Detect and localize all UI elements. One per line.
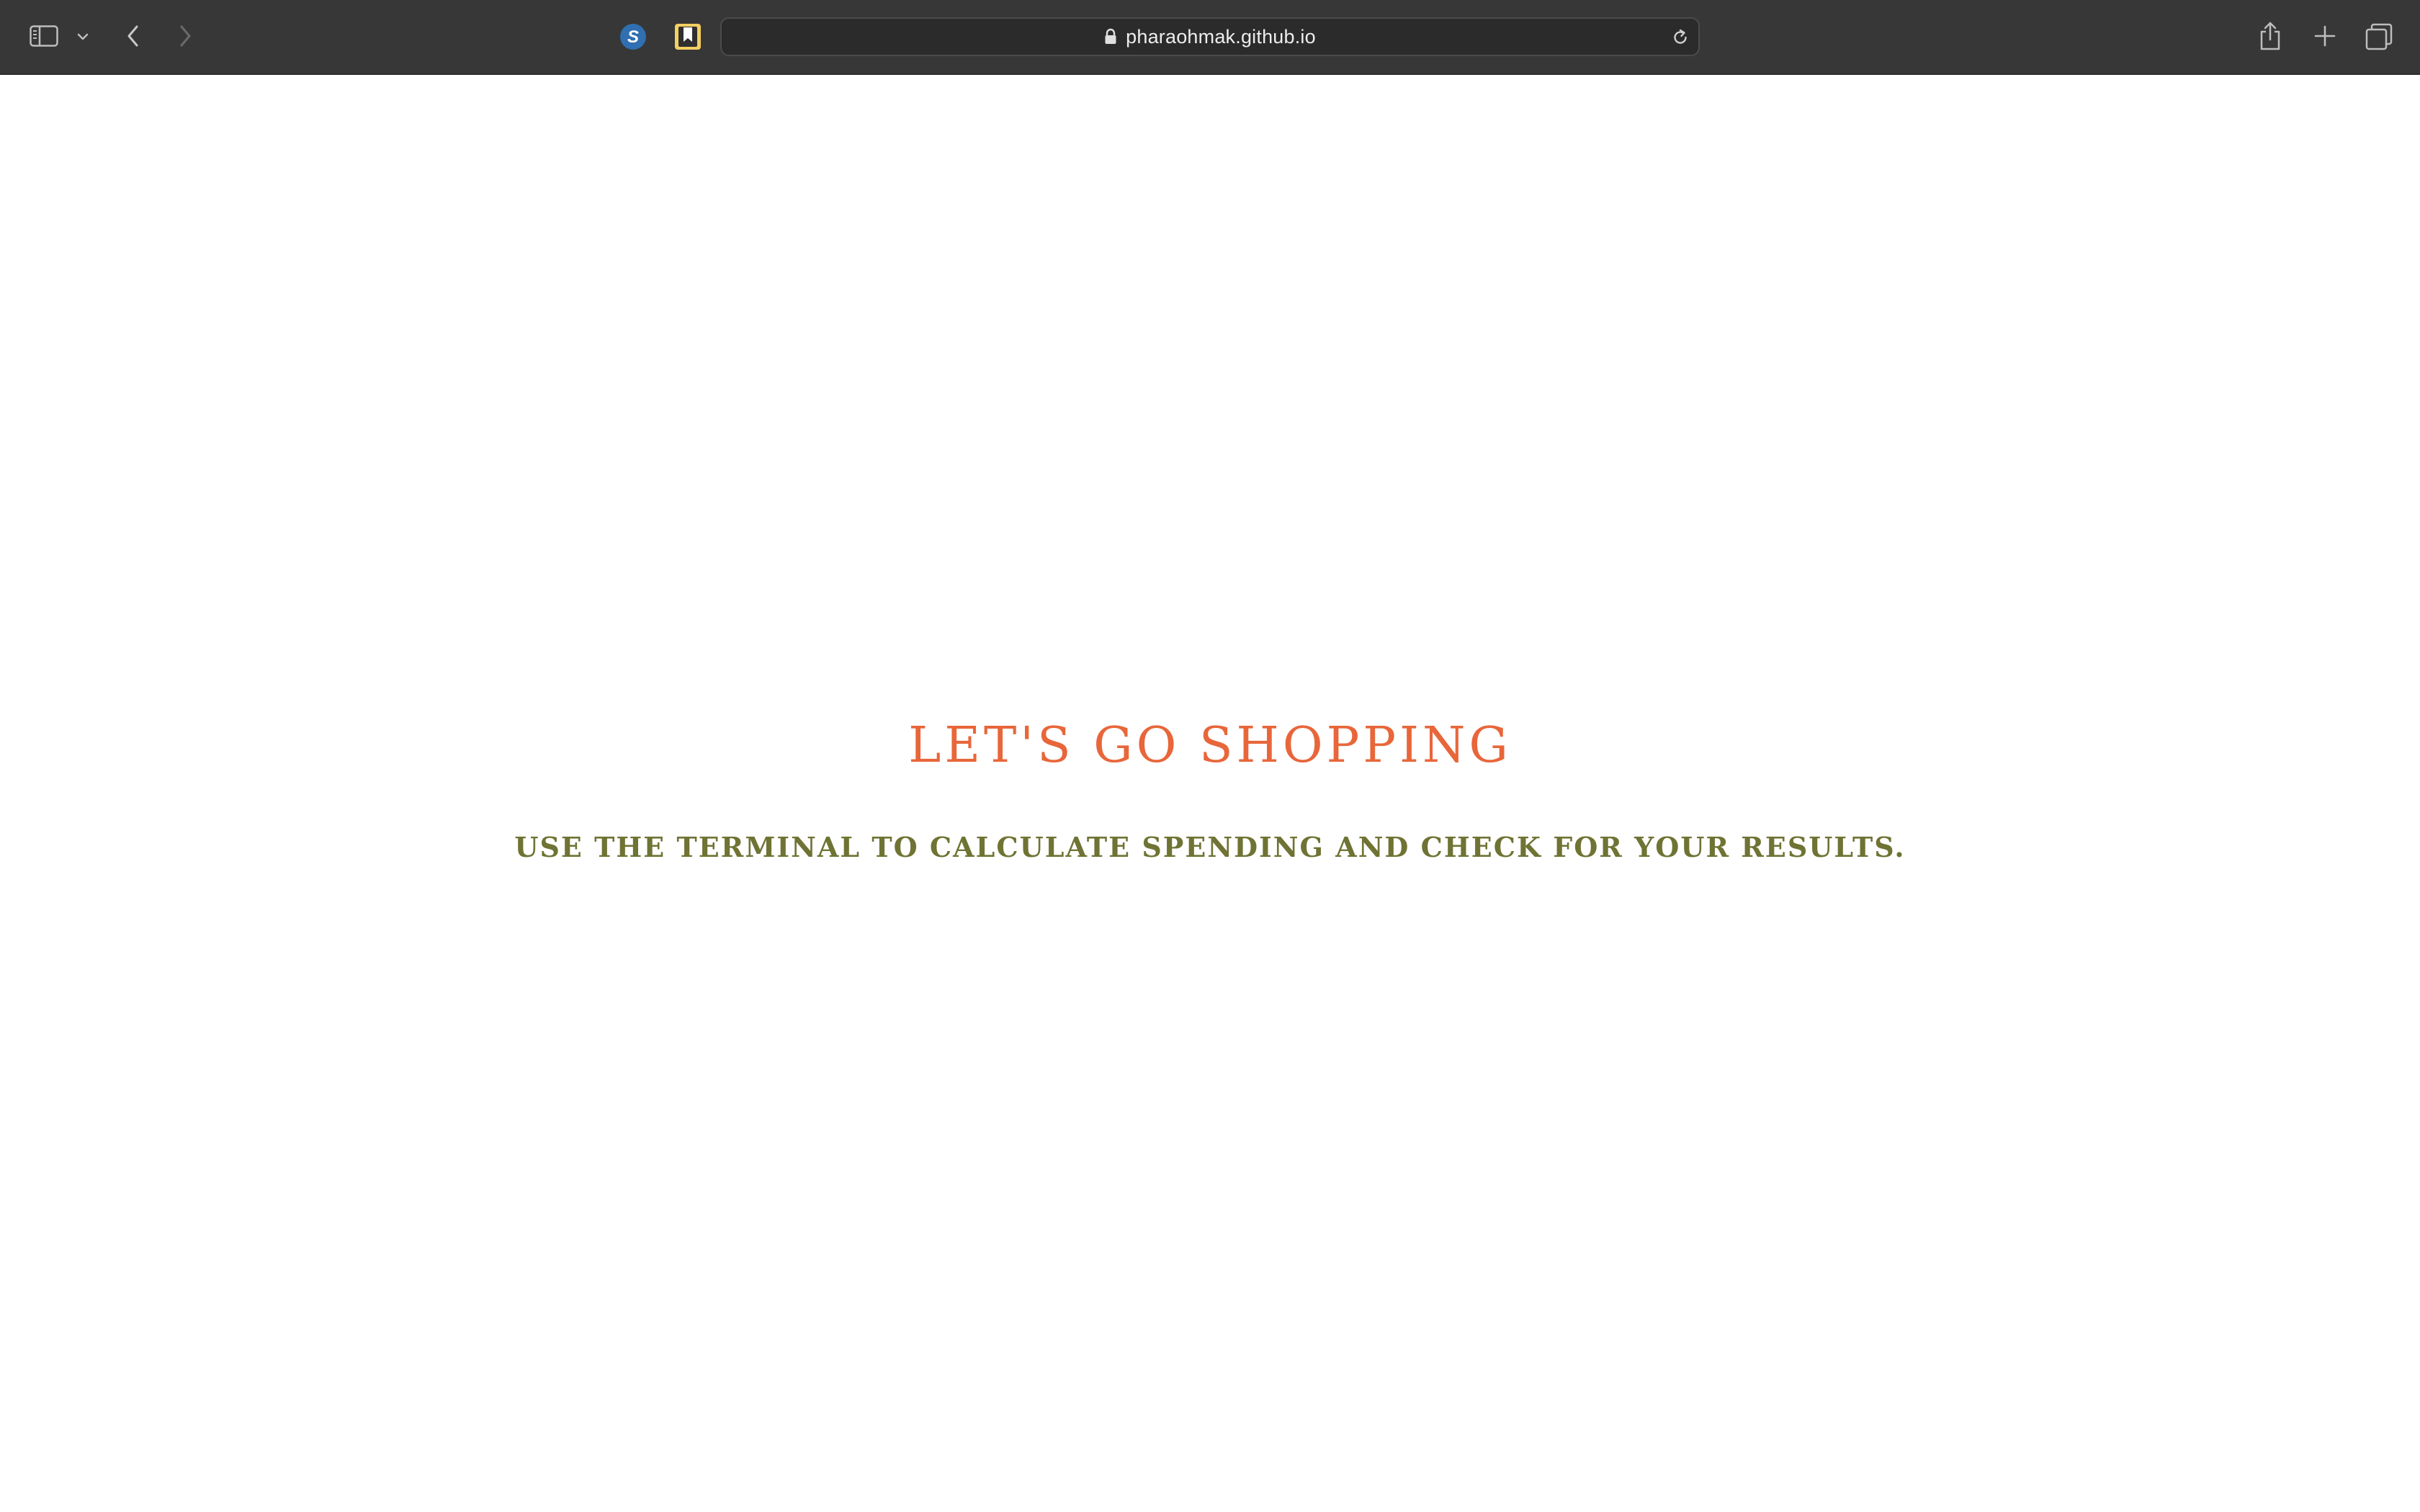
- browser-toolbar: S pharaohmak.github.io: [0, 0, 2420, 75]
- chevron-down-icon: [76, 32, 89, 41]
- address-bar[interactable]: pharaohmak.github.io: [720, 17, 1700, 56]
- page-viewport: LET'S GO SHOPPING USE THE TERMINAL TO CA…: [0, 75, 2420, 1512]
- back-button[interactable]: [118, 20, 148, 52]
- share-button[interactable]: [2254, 19, 2286, 53]
- sidebar-menu-button[interactable]: [72, 27, 94, 46]
- forward-button[interactable]: [170, 20, 200, 52]
- new-tab-button[interactable]: [2309, 20, 2341, 52]
- page-subtitle: USE THE TERMINAL TO CALCULATE SPENDING A…: [514, 831, 1906, 863]
- bookmark-extension-icon: [674, 23, 702, 50]
- sidebar-icon: [30, 25, 58, 47]
- reload-icon: [1671, 28, 1690, 47]
- reload-button[interactable]: [1670, 27, 1691, 48]
- chevron-left-icon: [125, 24, 141, 48]
- sidebar-toggle-button[interactable]: [26, 22, 62, 50]
- plus-icon: [2313, 24, 2336, 48]
- s-extension-icon: S: [619, 22, 647, 51]
- share-icon: [2258, 21, 2282, 51]
- lock-icon: [1104, 27, 1119, 46]
- address-content: pharaohmak.github.io: [722, 19, 1698, 55]
- url-text: pharaohmak.github.io: [1126, 25, 1316, 48]
- svg-text:S: S: [627, 27, 639, 47]
- bookmark-extension-button[interactable]: [673, 22, 703, 52]
- tab-overview-button[interactable]: [2362, 20, 2396, 53]
- page-title: LET'S GO SHOPPING: [908, 717, 1512, 774]
- chevron-right-icon: [177, 24, 193, 48]
- browser-window: S pharaohmak.github.io LET'S GO SHOPPING…: [0, 0, 2420, 1512]
- tabs-icon: [2365, 23, 2393, 50]
- s-extension-button[interactable]: S: [618, 22, 648, 52]
